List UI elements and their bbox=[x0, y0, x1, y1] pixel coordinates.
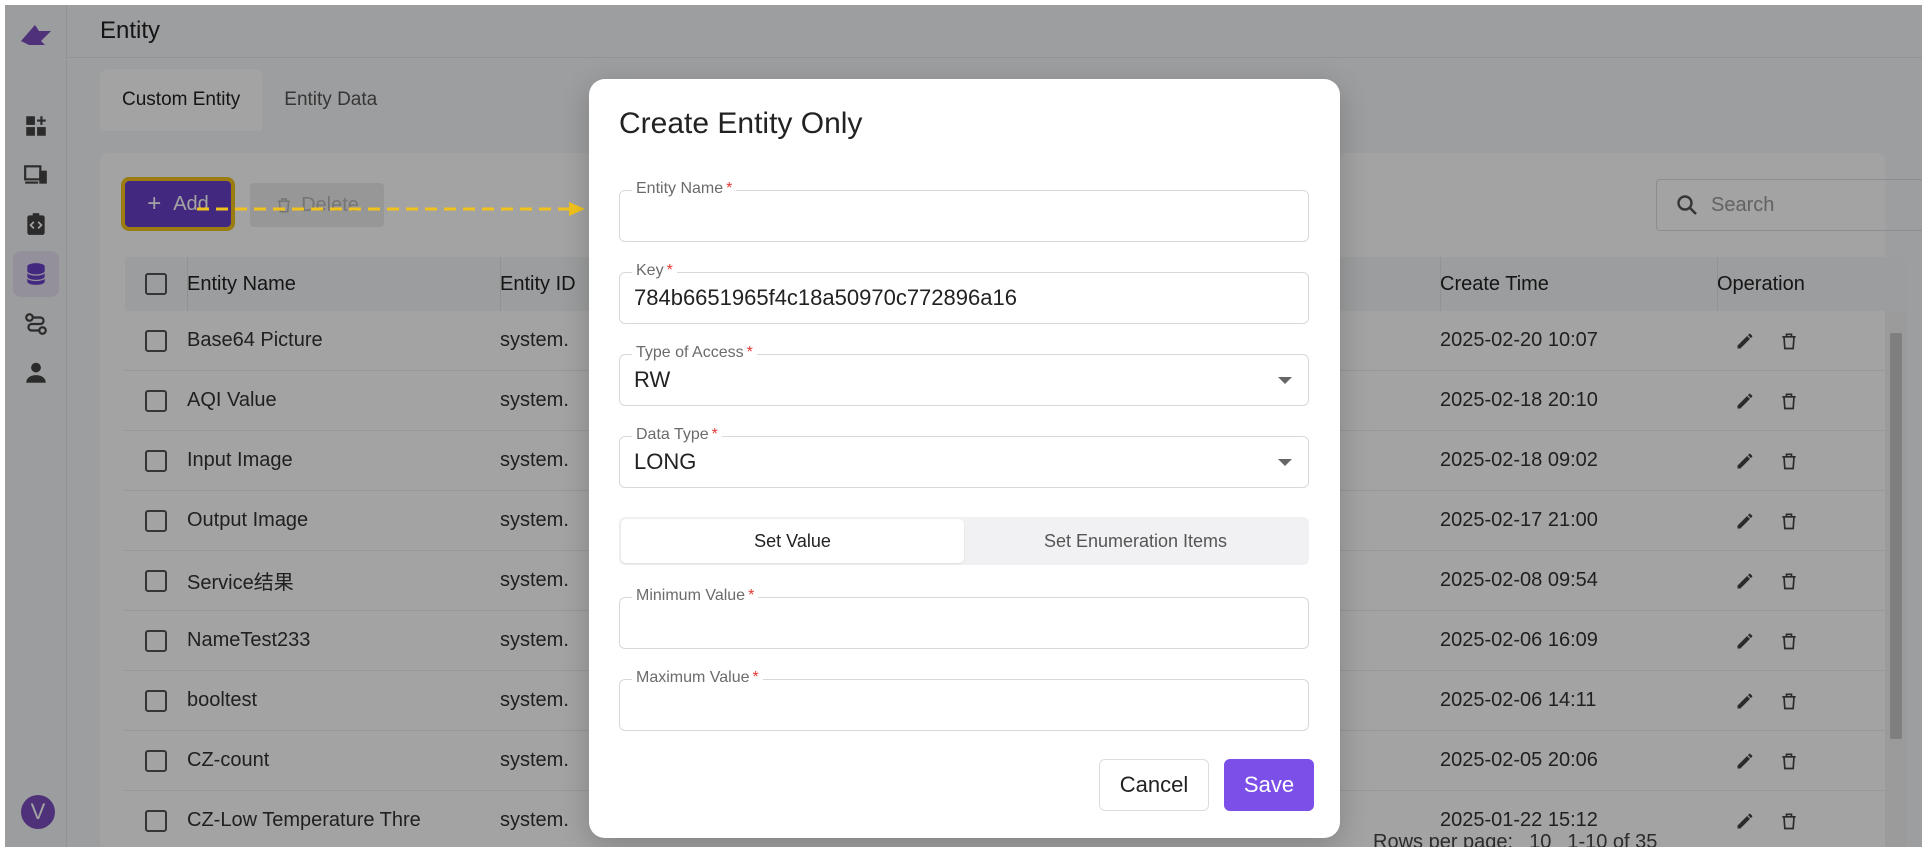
chevron-down-icon bbox=[1278, 377, 1292, 384]
set-enumeration-tab[interactable]: Set Enumeration Items bbox=[964, 519, 1307, 563]
dialog-title: Create Entity Only bbox=[619, 107, 863, 140]
annotation-arrow-icon bbox=[197, 202, 585, 216]
key-label: Key * bbox=[632, 262, 677, 280]
maximum-value-label: Maximum Value * bbox=[632, 669, 763, 687]
app-window: V Entity Custom Entity Entity Data + Add… bbox=[5, 5, 1922, 847]
access-type-label: Type of Access * bbox=[632, 344, 757, 362]
access-type-select[interactable]: Type of Access * RW bbox=[619, 344, 1309, 406]
access-type-value: RW bbox=[634, 367, 671, 392]
value-mode-toggle: Set Value Set Enumeration Items bbox=[619, 517, 1309, 565]
cancel-button[interactable]: Cancel bbox=[1099, 759, 1209, 811]
create-entity-dialog: Create Entity Only Entity Name * Key * 784… bbox=[589, 79, 1340, 838]
key-value: 784b6651965f4c18a50970c772896a16 bbox=[634, 285, 1017, 310]
key-field[interactable]: Key * 784b6651965f4c18a50970c772896a16 bbox=[619, 262, 1309, 324]
data-type-value: LONG bbox=[634, 449, 697, 474]
set-value-tab[interactable]: Set Value bbox=[621, 519, 964, 563]
maximum-value-field[interactable]: Maximum Value * bbox=[619, 669, 1309, 731]
minimum-value-field[interactable]: Minimum Value * bbox=[619, 587, 1309, 649]
entity-name-label: Entity Name * bbox=[632, 180, 737, 198]
data-type-select[interactable]: Data Type * LONG bbox=[619, 426, 1309, 488]
data-type-label: Data Type * bbox=[632, 426, 722, 444]
minimum-value-label: Minimum Value * bbox=[632, 587, 759, 605]
chevron-down-icon bbox=[1278, 459, 1292, 466]
save-button[interactable]: Save bbox=[1224, 759, 1314, 811]
entity-name-field[interactable]: Entity Name * bbox=[619, 180, 1309, 242]
